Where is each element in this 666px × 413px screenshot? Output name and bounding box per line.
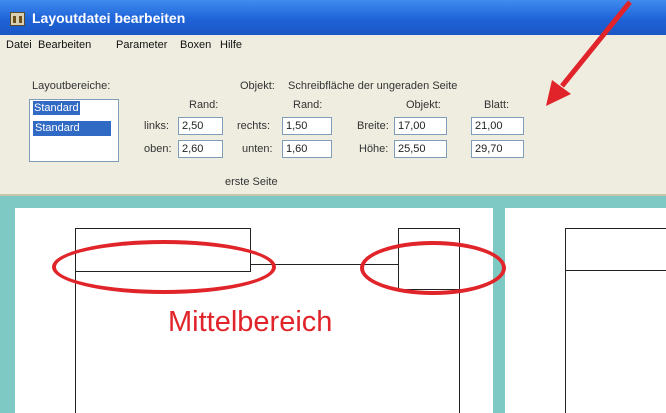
annotation-arrow [546,0,632,106]
